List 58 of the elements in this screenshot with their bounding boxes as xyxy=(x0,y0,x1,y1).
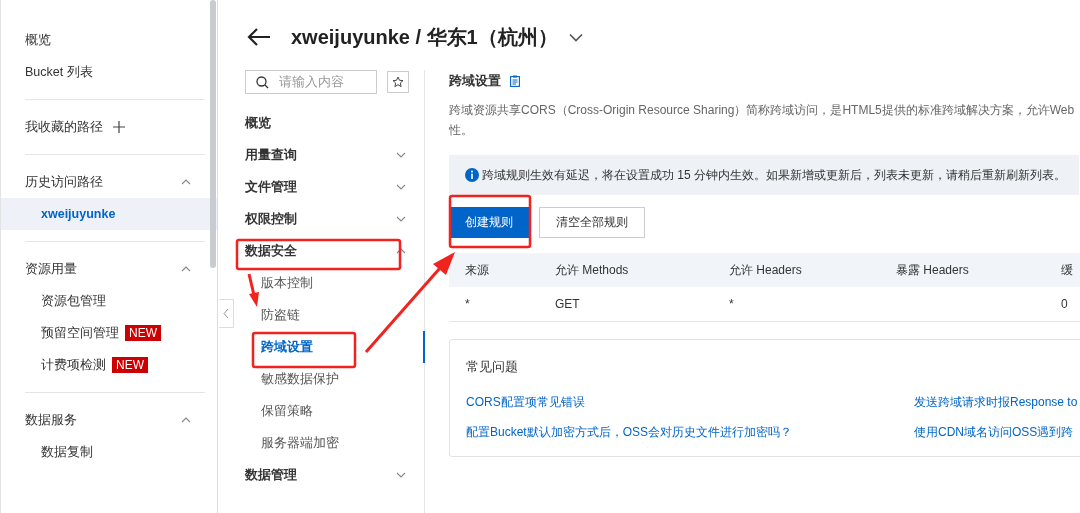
table-cell: GET xyxy=(539,287,713,322)
star-icon xyxy=(392,76,404,88)
nav-item[interactable]: 概览 xyxy=(245,107,409,139)
nav-item[interactable]: 敏感数据保护 xyxy=(245,363,409,395)
notice-text: 跨域规则生效有延迟，将在设置成功 15 分钟内生效。如果新增或更新后，列表未更新，请稍后重新刷新列表。 xyxy=(482,166,1066,184)
table-cell: * xyxy=(713,287,880,322)
faq-link[interactable]: 配置Bucket默认加密方式后，OSS会对历史文件进行加密吗？ xyxy=(466,424,793,439)
nav-item[interactable]: 保留策略 xyxy=(245,395,409,427)
sidebar-item[interactable]: 概览 xyxy=(1,24,217,56)
plus-icon[interactable] xyxy=(113,121,125,133)
description-text: 跨域资源共享CORS（Cross-Origin Resource Sharing）简称跨域访问，是HTML5提供的标准跨域解决方案，允许Web 性。 xyxy=(449,102,1076,139)
back-arrow-icon[interactable] xyxy=(247,28,271,46)
table-cell: * xyxy=(449,287,539,322)
chevron-left-icon xyxy=(223,308,229,319)
column-header: 来源 xyxy=(449,253,539,287)
faq-link[interactable]: 发送跨域请求时报Response to xyxy=(914,394,1078,409)
sidebar-item[interactable]: 资源包管理 xyxy=(1,285,217,317)
dropdown-chevron-icon xyxy=(567,32,584,42)
column-header: 缓 xyxy=(1045,253,1080,287)
create-rule-button[interactable]: 创建规则 xyxy=(449,207,529,238)
sidebar-item[interactable]: 预留空间管理 NEW xyxy=(1,317,217,349)
faq-link[interactable]: 使用CDN域名访问OSS遇到跨 xyxy=(914,424,1074,439)
search-field[interactable]: 请输入内容 xyxy=(245,70,377,94)
new-badge: NEW xyxy=(125,325,161,341)
search-icon xyxy=(256,76,269,89)
section-title: 数据服务 xyxy=(25,411,77,429)
column-header: 允许 Methods xyxy=(539,253,713,287)
nav-group[interactable]: 用量查询 xyxy=(245,139,409,171)
info-icon xyxy=(465,168,479,182)
sidebar-item[interactable]: 数据复制 xyxy=(1,436,217,468)
sidebar-item[interactable]: 计费项检测 NEW xyxy=(1,349,217,381)
nav-group[interactable]: 数据管理 xyxy=(245,459,409,491)
annotation-arrow xyxy=(247,273,259,307)
favorite-button[interactable] xyxy=(387,71,409,93)
nav-group[interactable]: 权限控制 xyxy=(245,203,409,235)
nav-group[interactable]: 文件管理 xyxy=(245,171,409,203)
new-badge: NEW xyxy=(112,357,148,373)
nav-group[interactable]: 数据安全 xyxy=(245,235,409,267)
sidebar-item[interactable]: xweijuyunke xyxy=(1,198,217,230)
column-header: 允许 Headers xyxy=(713,253,880,287)
section-title: 历史访问路径 xyxy=(25,173,103,191)
faq-title: 常见问题 xyxy=(466,358,519,376)
column-header: 暴露 Headers xyxy=(880,253,1045,287)
table-cell: 0 xyxy=(1045,287,1080,322)
section-title: 资源用量 xyxy=(25,260,77,278)
active-indicator xyxy=(423,331,425,363)
scrollbar[interactable] xyxy=(210,0,216,268)
page-heading: 跨域设置 xyxy=(449,72,501,90)
sidebar-item[interactable]: Bucket 列表 xyxy=(1,56,217,88)
nav-item[interactable]: 版本控制 xyxy=(245,267,409,299)
clear-rules-button[interactable]: 清空全部规则 xyxy=(539,207,645,238)
nav-item[interactable]: 服务器端加密 xyxy=(245,427,409,459)
nav-item[interactable]: 防盗链 xyxy=(245,299,409,331)
nav-item[interactable]: 跨域设置 xyxy=(245,331,409,363)
section-title: 我收藏的路径 xyxy=(25,118,103,136)
page-title: xweijuyunke / 华东1（杭州） xyxy=(291,24,558,50)
faq-link[interactable]: CORS配置项常见错误 xyxy=(466,394,585,409)
document-icon[interactable] xyxy=(510,75,520,87)
